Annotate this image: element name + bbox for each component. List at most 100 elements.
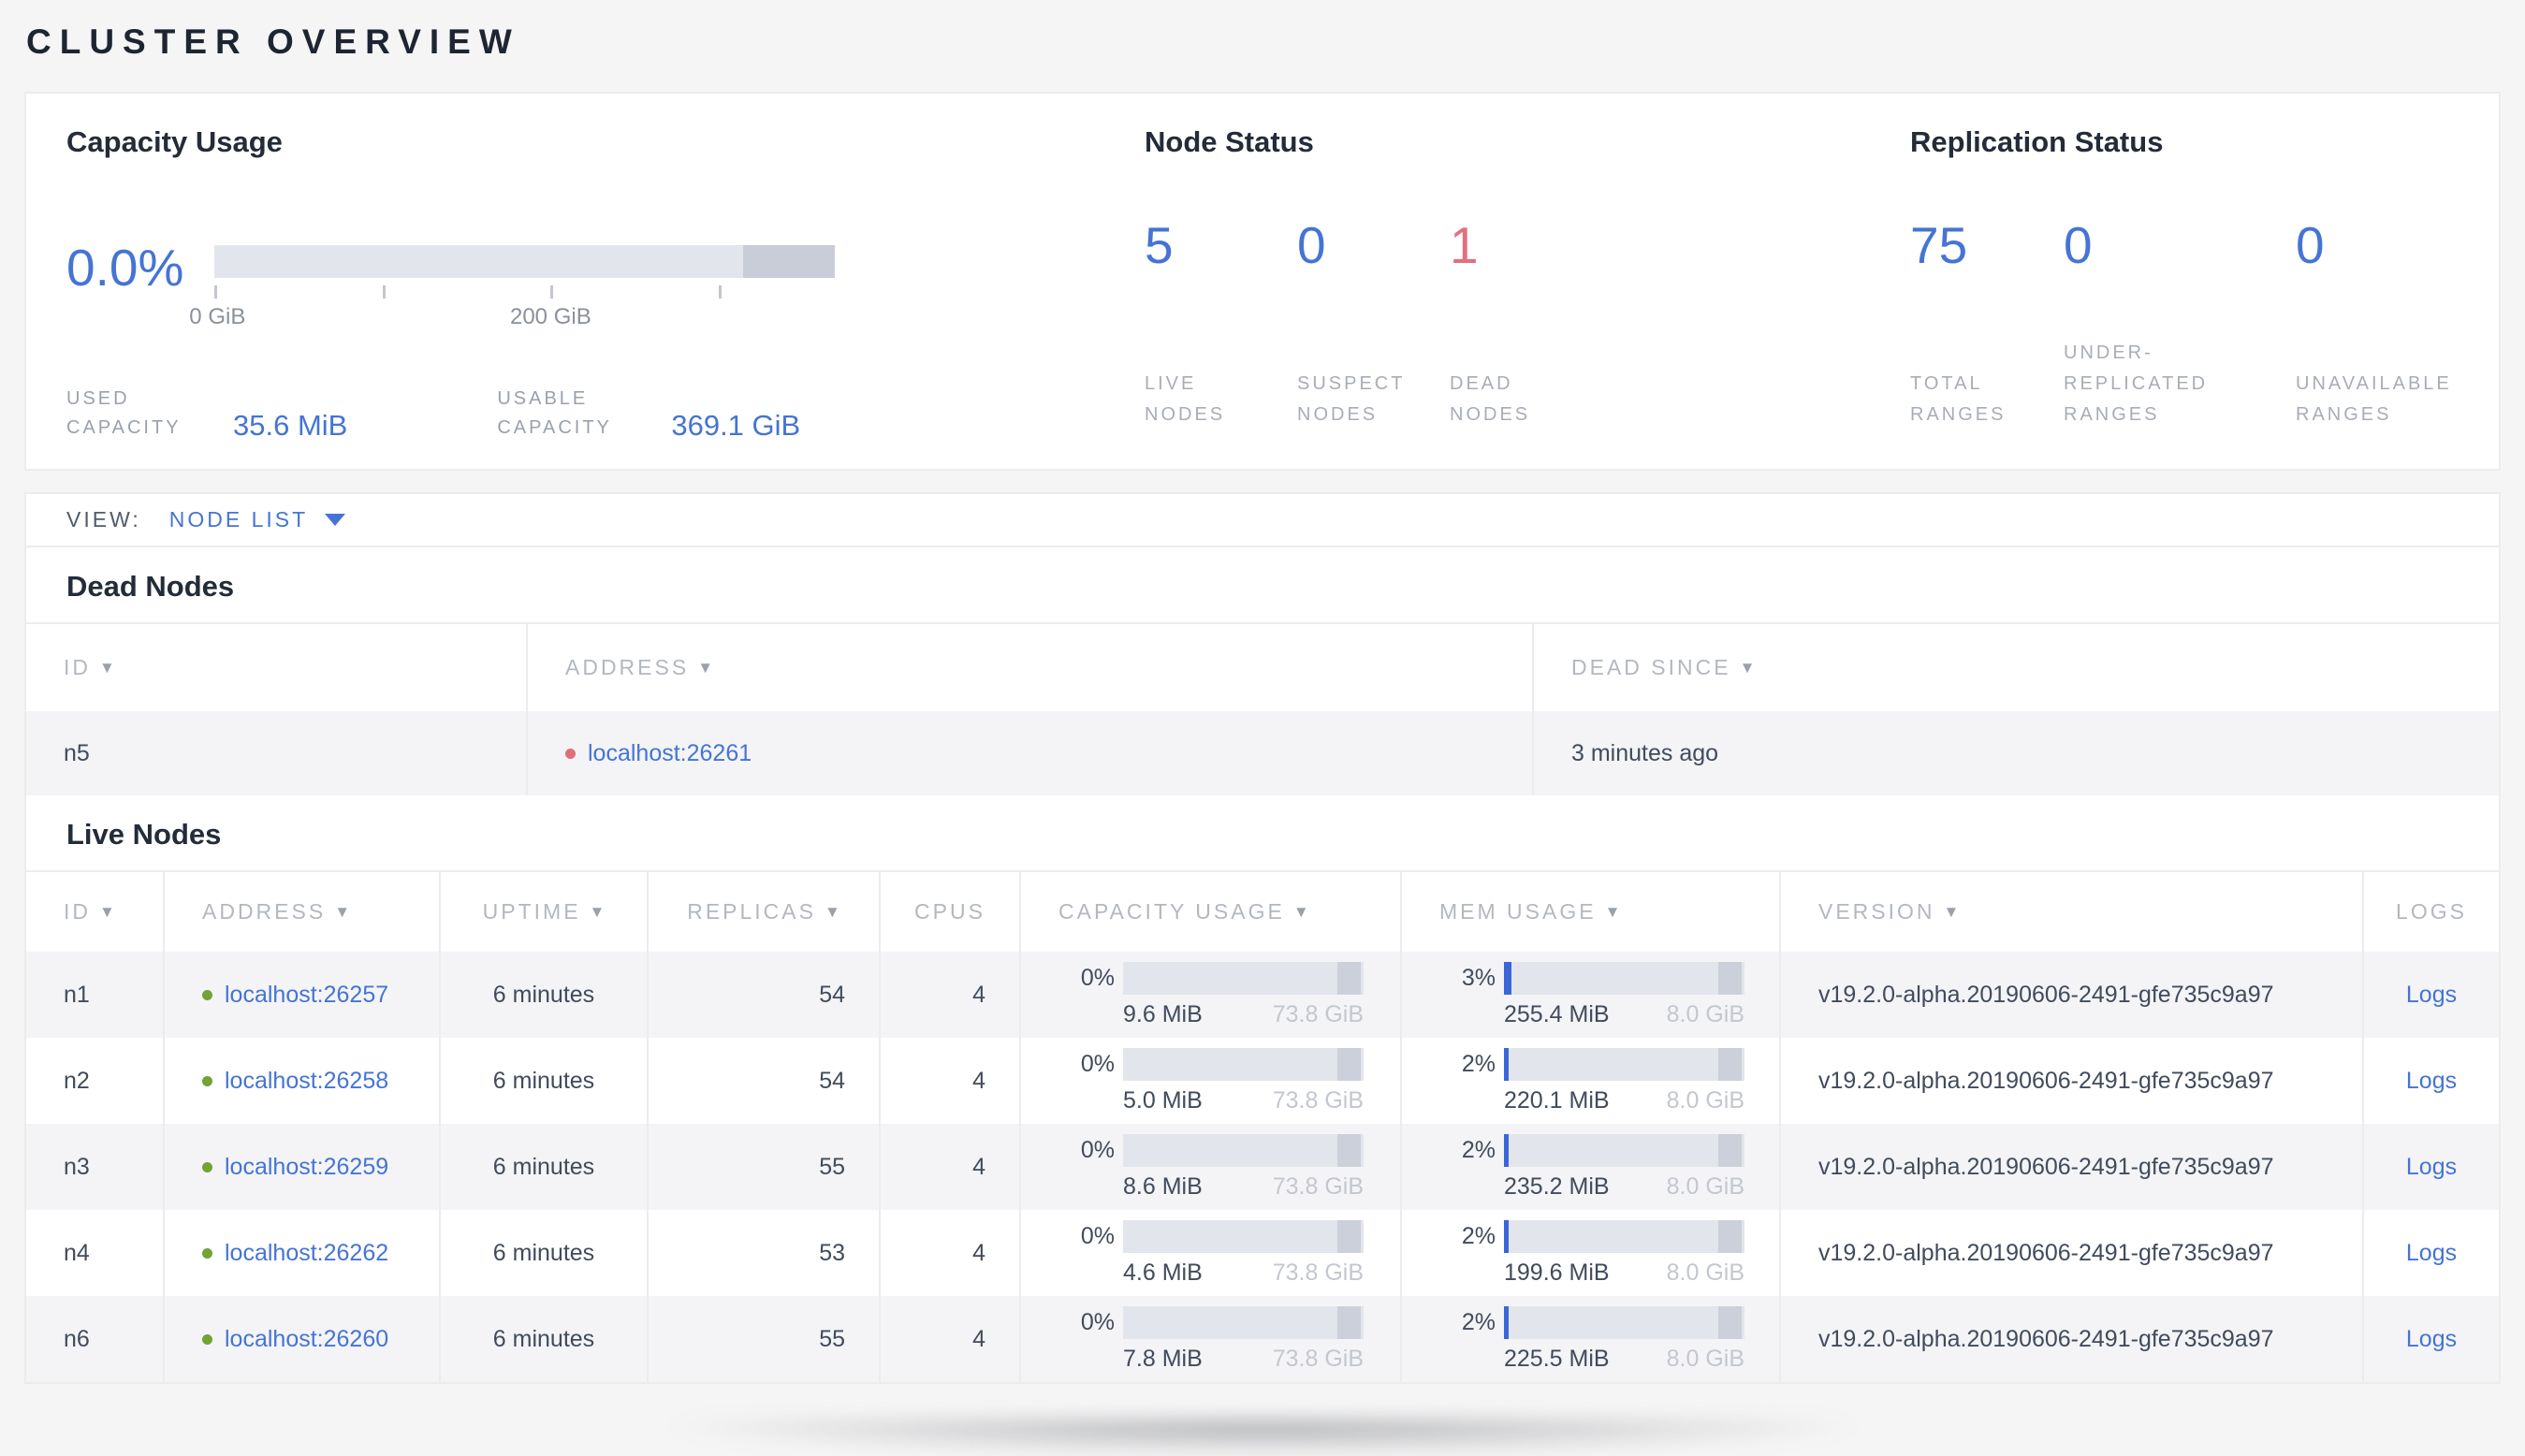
- node-logs-link[interactable]: Logs: [2406, 1240, 2457, 1267]
- dead-nodes-header-row: ID ▼ ADDRESS ▼ DEAD SINCE ▼: [26, 622, 2499, 711]
- live-col-id[interactable]: ID ▼: [26, 872, 163, 952]
- node-mem-usage: 2% 225.5 MiB 8.0 GiB: [1400, 1296, 1779, 1382]
- node-uptime: 6 minutes: [439, 1038, 647, 1124]
- capacity-minibar: [1123, 961, 1364, 995]
- live-status-dot-icon: [202, 989, 212, 1000]
- page-title: CLUSTER OVERVIEW: [26, 22, 520, 61]
- live-nodes-header-row: ID ▼ ADDRESS ▼ UPTIME ▼ REPLICAS ▼ CPUS CAPA…: [26, 870, 2499, 952]
- mem-minibar: [1504, 1305, 1744, 1339]
- live-col-version[interactable]: VERSION ▼: [1779, 872, 2362, 952]
- node-status-section: Node Status 5 LIVE NODES 0 SUSPECT NODES…: [1145, 125, 1910, 469]
- node-replicas: 53: [647, 1210, 879, 1296]
- live-col-replicas[interactable]: REPLICAS ▼: [647, 872, 879, 952]
- node-id: n1: [64, 981, 90, 1008]
- view-dropdown[interactable]: NODE LIST: [169, 507, 346, 532]
- node-address-link[interactable]: localhost:26260: [225, 1326, 388, 1353]
- node-replicas: 55: [647, 1296, 879, 1382]
- dead-col-address[interactable]: ADDRESS ▼: [526, 624, 1532, 711]
- node-version: v19.2.0-alpha.20190606-2491-gfe735c9a97: [1818, 1153, 2274, 1180]
- unavailable-ranges-count: 0: [2296, 216, 2325, 274]
- node-mem-usage: 2% 220.1 MiB 8.0 GiB: [1400, 1038, 1779, 1124]
- live-node-row: n1 localhost:26257 6 minutes 54 4 0% 9.6…: [26, 952, 2499, 1038]
- node-address-link[interactable]: localhost:26257: [225, 982, 388, 1009]
- node-replicas: 55: [647, 1124, 879, 1210]
- dead-node-address-link[interactable]: localhost:26261: [588, 740, 752, 767]
- dead-status-dot-icon: [565, 748, 576, 759]
- axis-label-200gib: 200 GiB: [509, 304, 591, 329]
- node-cpus: 4: [879, 1210, 1019, 1296]
- node-mem-usage: 3% 255.4 MiB 8.0 GiB: [1400, 952, 1779, 1038]
- unavailable-ranges-stat: 0 UNAVAILABLE RANGES: [2296, 215, 2478, 430]
- node-capacity-usage: 0% 9.6 MiB 73.8 GiB: [1019, 952, 1400, 1038]
- node-capacity-usage: 0% 4.6 MiB 73.8 GiB: [1019, 1210, 1400, 1296]
- sort-arrow-icon: ▼: [1739, 658, 1756, 677]
- live-nodes-table: ID ▼ ADDRESS ▼ UPTIME ▼ REPLICAS ▼ CPUS CAPA…: [26, 870, 2499, 1382]
- node-logs-link[interactable]: Logs: [2406, 1068, 2457, 1095]
- node-id: n3: [64, 1153, 90, 1180]
- total-ranges-label: TOTAL RANGES: [1910, 373, 2007, 425]
- live-node-row: n2 localhost:26258 6 minutes 54 4 0% 5.0…: [26, 1038, 2499, 1124]
- dead-nodes-stat: 1 DEAD NODES: [1450, 215, 1539, 430]
- node-cpus: 4: [879, 1296, 1019, 1382]
- node-address-link[interactable]: localhost:26258: [225, 1068, 388, 1095]
- node-replicas: 54: [647, 952, 879, 1038]
- dead-nodes-count: 1: [1450, 216, 1479, 274]
- capacity-minibar: [1123, 1305, 1364, 1339]
- node-version: v19.2.0-alpha.20190606-2491-gfe735c9a97: [1818, 1239, 2274, 1266]
- capacity-usage-section: Capacity Usage 0.0% 0 GiB 200 GiB USED C…: [66, 125, 1145, 469]
- node-mem-usage: 2% 235.2 MiB 8.0 GiB: [1400, 1124, 1779, 1210]
- live-col-uptime[interactable]: UPTIME ▼: [439, 872, 647, 952]
- dead-node-dead-since: 3 minutes ago: [1532, 711, 2499, 795]
- mem-minibar: [1504, 1133, 1744, 1167]
- live-node-row: n3 localhost:26259 6 minutes 55 4 0% 8.6…: [26, 1124, 2499, 1210]
- node-address-link[interactable]: localhost:26259: [225, 1154, 388, 1181]
- sort-arrow-icon: ▼: [1292, 902, 1309, 921]
- live-col-mem-usage[interactable]: MEM USAGE ▼: [1400, 872, 1779, 952]
- cluster-summary-card: Capacity Usage 0.0% 0 GiB 200 GiB USED C…: [24, 92, 2501, 471]
- node-id: n2: [64, 1067, 90, 1094]
- node-id: n4: [64, 1239, 90, 1266]
- usable-capacity-value: 369.1 GiB: [671, 409, 801, 442]
- sort-arrow-icon: ▼: [1604, 902, 1621, 921]
- dead-col-dead-since[interactable]: DEAD SINCE ▼: [1532, 624, 2499, 711]
- node-cpus: 4: [879, 1124, 1019, 1210]
- dead-node-row: n5 localhost:26261 3 minutes ago: [26, 711, 2499, 795]
- node-capacity-usage: 0% 7.8 MiB 73.8 GiB: [1019, 1296, 1400, 1382]
- live-col-cpus: CPUS: [879, 872, 1019, 952]
- capacity-minibar: [1123, 1133, 1364, 1167]
- live-nodes-label: LIVE NODES: [1145, 373, 1226, 425]
- used-capacity-label: USED CAPACITY: [66, 388, 182, 438]
- node-cpus: 4: [879, 1038, 1019, 1124]
- dead-node-id: n5: [64, 739, 90, 766]
- suspect-nodes-label: SUSPECT NODES: [1297, 373, 1406, 425]
- node-uptime: 6 minutes: [439, 952, 647, 1038]
- mem-minibar: [1504, 1219, 1744, 1253]
- node-address-link[interactable]: localhost:26262: [225, 1240, 388, 1267]
- used-capacity-value: 35.6 MiB: [233, 409, 348, 442]
- dead-col-id[interactable]: ID ▼: [26, 624, 526, 711]
- capacity-usage-title: Capacity Usage: [66, 125, 283, 158]
- live-status-dot-icon: [202, 1247, 212, 1259]
- node-logs-link[interactable]: Logs: [2406, 982, 2457, 1009]
- node-version: v19.2.0-alpha.20190606-2491-gfe735c9a97: [1818, 981, 2274, 1008]
- live-col-address[interactable]: ADDRESS ▼: [163, 872, 439, 952]
- capacity-axis-ticks: [214, 285, 835, 299]
- capacity-usage-bar: 0 GiB 200 GiB: [189, 221, 835, 332]
- usable-capacity-label: USABLE CAPACITY: [497, 388, 612, 438]
- node-capacity-usage: 0% 5.0 MiB 73.8 GiB: [1019, 1038, 1400, 1124]
- live-nodes-stat: 5 LIVE NODES: [1145, 215, 1297, 430]
- replication-status-section: Replication Status 75 TOTAL RANGES 0 UND…: [1910, 125, 2478, 469]
- node-uptime: 6 minutes: [439, 1296, 647, 1382]
- window-bottom-shadow: [655, 1419, 1872, 1456]
- view-label: VIEW:: [66, 507, 141, 531]
- live-nodes-heading: Live Nodes: [66, 818, 222, 851]
- sort-arrow-icon: ▼: [697, 658, 714, 677]
- live-col-capacity-usage[interactable]: CAPACITY USAGE ▼: [1019, 872, 1400, 952]
- node-logs-link[interactable]: Logs: [2406, 1326, 2457, 1353]
- node-version: v19.2.0-alpha.20190606-2491-gfe735c9a97: [1818, 1325, 2274, 1352]
- under-replicated-label: UNDER-REPLICATED RANGES: [2064, 342, 2209, 425]
- live-col-logs: LOGS: [2362, 872, 2499, 952]
- under-replicated-stat: 0 UNDER-REPLICATED RANGES: [2064, 215, 2296, 430]
- dead-nodes-table: ID ▼ ADDRESS ▼ DEAD SINCE ▼ n5 localhost:26…: [26, 622, 2499, 795]
- node-logs-link[interactable]: Logs: [2406, 1154, 2457, 1181]
